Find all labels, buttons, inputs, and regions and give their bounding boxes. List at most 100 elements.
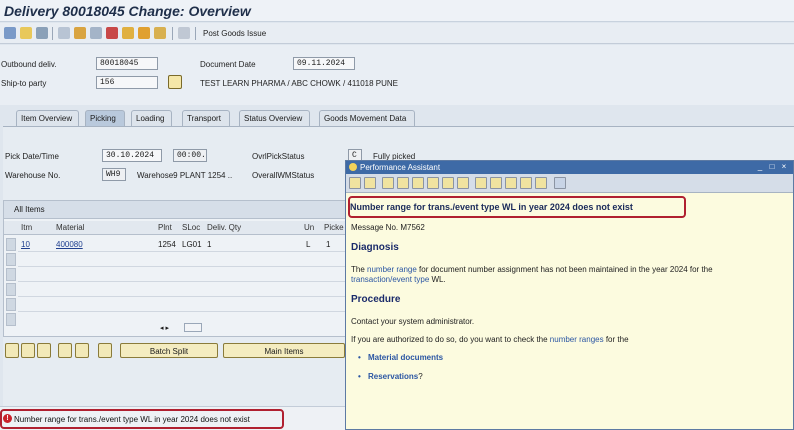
pick-time-field[interactable]: 00:00..: [173, 149, 207, 162]
row-selector[interactable]: [6, 283, 16, 296]
pa-procedure-line1: Contact your system administrator.: [351, 317, 475, 326]
main-items-button[interactable]: Main Items: [223, 343, 345, 358]
list-icon[interactable]: [475, 177, 487, 189]
reservations-link[interactable]: Reservations: [368, 372, 418, 381]
items-table: All Items Itm Material Plnt SLoc Deliv. …: [3, 200, 348, 337]
search-item-icon[interactable]: [98, 343, 112, 358]
column-header-deliv-qty[interactable]: Deliv. Qty: [207, 223, 241, 232]
cell-plant[interactable]: 1254: [158, 240, 176, 249]
bookmark-icon[interactable]: [457, 177, 469, 189]
row-selector[interactable]: [6, 268, 16, 281]
pick-date-field[interactable]: 30.10.2024: [102, 149, 162, 162]
header-details-icon[interactable]: [58, 27, 70, 39]
pa-message-number: Message No. M7562: [351, 223, 425, 232]
close-window-icon[interactable]: [554, 177, 566, 189]
status-message[interactable]: Number range for trans./event type WL in…: [14, 415, 250, 424]
help-icon: [349, 163, 357, 171]
grid-icon[interactable]: [178, 27, 190, 39]
overall-pick-status-label: OvrlPickStatus: [252, 152, 305, 161]
delete-icon[interactable]: [36, 27, 48, 39]
tab-item-overview[interactable]: Item Overview: [16, 110, 79, 126]
transaction-event-type-link[interactable]: transaction/event type: [351, 275, 429, 284]
pa-titlebar[interactable]: Performance Assistant _ □ ×: [346, 161, 793, 174]
pa-diagnosis-line1: The number range for document number ass…: [351, 265, 713, 274]
pa-procedure-line2: If you are authorized to do so, do you w…: [351, 335, 629, 344]
window-title: Delivery 80018045 Change: Overview: [4, 3, 251, 19]
address-icon[interactable]: [168, 75, 182, 89]
column-header-itm[interactable]: Itm: [21, 223, 32, 232]
tab-goods-movement-data[interactable]: Goods Movement Data: [319, 110, 415, 126]
row-selector[interactable]: [6, 238, 16, 251]
select-block-icon[interactable]: [37, 343, 51, 358]
deselect-all-icon[interactable]: [21, 343, 35, 358]
cell-picked-qty[interactable]: 1: [326, 240, 330, 249]
column-header-picked[interactable]: Picke: [324, 223, 344, 232]
history-icon[interactable]: [397, 177, 409, 189]
cell-item-number[interactable]: 10: [21, 240, 30, 249]
pa-procedure-title: Procedure: [351, 294, 401, 305]
horizontal-scrollbar[interactable]: [184, 323, 202, 332]
cell-unit[interactable]: L: [306, 240, 310, 249]
warehouse-field[interactable]: WH9: [102, 168, 126, 181]
table-title: All Items: [4, 201, 347, 219]
select-all-icon[interactable]: [5, 343, 19, 358]
outbound-delivery-label: Outbound deliv.: [1, 60, 57, 69]
forward-icon[interactable]: [364, 177, 376, 189]
item-button-row: Batch Split Main Items: [3, 343, 348, 361]
number-ranges-link[interactable]: number ranges: [550, 335, 604, 344]
material-documents-link[interactable]: Material documents: [358, 353, 443, 362]
other-delivery-icon[interactable]: [20, 27, 32, 39]
app-toolbar: Post Goods Issue: [0, 23, 794, 44]
print-icon[interactable]: [535, 177, 547, 189]
print-icon[interactable]: [90, 27, 102, 39]
number-range-link[interactable]: number range: [367, 265, 417, 274]
back-icon[interactable]: [349, 177, 361, 189]
column-header-sloc[interactable]: SLoc: [182, 223, 200, 232]
hierarchy-icon[interactable]: [74, 27, 86, 39]
scroll-left-right-icon[interactable]: ◂ ▸: [160, 324, 169, 332]
row-selector[interactable]: [6, 298, 16, 311]
output-icon[interactable]: [138, 27, 150, 39]
column-header-plnt[interactable]: Plnt: [158, 223, 172, 232]
column-header-un[interactable]: Un: [304, 223, 314, 232]
cell-material[interactable]: 400080: [56, 240, 83, 249]
item-details-icon[interactable]: [58, 343, 72, 358]
ship-to-party-label: Ship-to party: [1, 79, 47, 88]
post-goods-issue-button[interactable]: Post Goods Issue: [203, 29, 266, 38]
tools-icon[interactable]: [505, 177, 517, 189]
column-header-material[interactable]: Material: [56, 223, 84, 232]
note-icon[interactable]: [442, 177, 454, 189]
pa-bullet-reservations: Reservations?: [358, 372, 423, 381]
partner-icon[interactable]: [106, 27, 118, 39]
pa-diagnosis-title: Diagnosis: [351, 242, 399, 253]
delete-item-icon[interactable]: [75, 343, 89, 358]
performance-assistant-window: Performance Assistant _ □ × Number range…: [345, 160, 794, 430]
warehouse-label: Warehouse No.: [5, 171, 61, 180]
edit-icon[interactable]: [427, 177, 439, 189]
glossary-icon[interactable]: [520, 177, 532, 189]
display-change-icon[interactable]: [4, 27, 16, 39]
batch-split-button[interactable]: Batch Split: [120, 343, 218, 358]
cell-storage-location[interactable]: LG01: [182, 240, 202, 249]
delivery-header: Outbound deliv. 80018045 Document Date 0…: [0, 45, 794, 105]
tab-picking[interactable]: Picking: [85, 110, 125, 126]
row-selector[interactable]: [6, 313, 16, 326]
pa-title: Performance Assistant: [360, 163, 441, 172]
tab-transport[interactable]: Transport: [182, 110, 230, 126]
minimize-icon[interactable]: _: [756, 163, 764, 171]
home-icon[interactable]: [154, 27, 166, 39]
outbound-delivery-field[interactable]: 80018045: [96, 57, 158, 70]
row-selector[interactable]: [6, 253, 16, 266]
ship-to-party-field[interactable]: 156: [96, 76, 158, 89]
warehouse-description: Warehose9 PLANT 1254 ..: [137, 171, 233, 180]
tab-status-overview[interactable]: Status Overview: [239, 110, 310, 126]
document-date-field[interactable]: 09.11.2024: [293, 57, 355, 70]
send-icon[interactable]: [490, 177, 502, 189]
texts-icon[interactable]: [122, 27, 134, 39]
technical-info-icon[interactable]: [412, 177, 424, 189]
maximize-icon[interactable]: □: [768, 163, 776, 171]
home-icon[interactable]: [382, 177, 394, 189]
tab-loading[interactable]: Loading: [131, 110, 172, 126]
cell-delivery-qty[interactable]: 1: [207, 240, 211, 249]
close-icon[interactable]: ×: [780, 163, 788, 171]
